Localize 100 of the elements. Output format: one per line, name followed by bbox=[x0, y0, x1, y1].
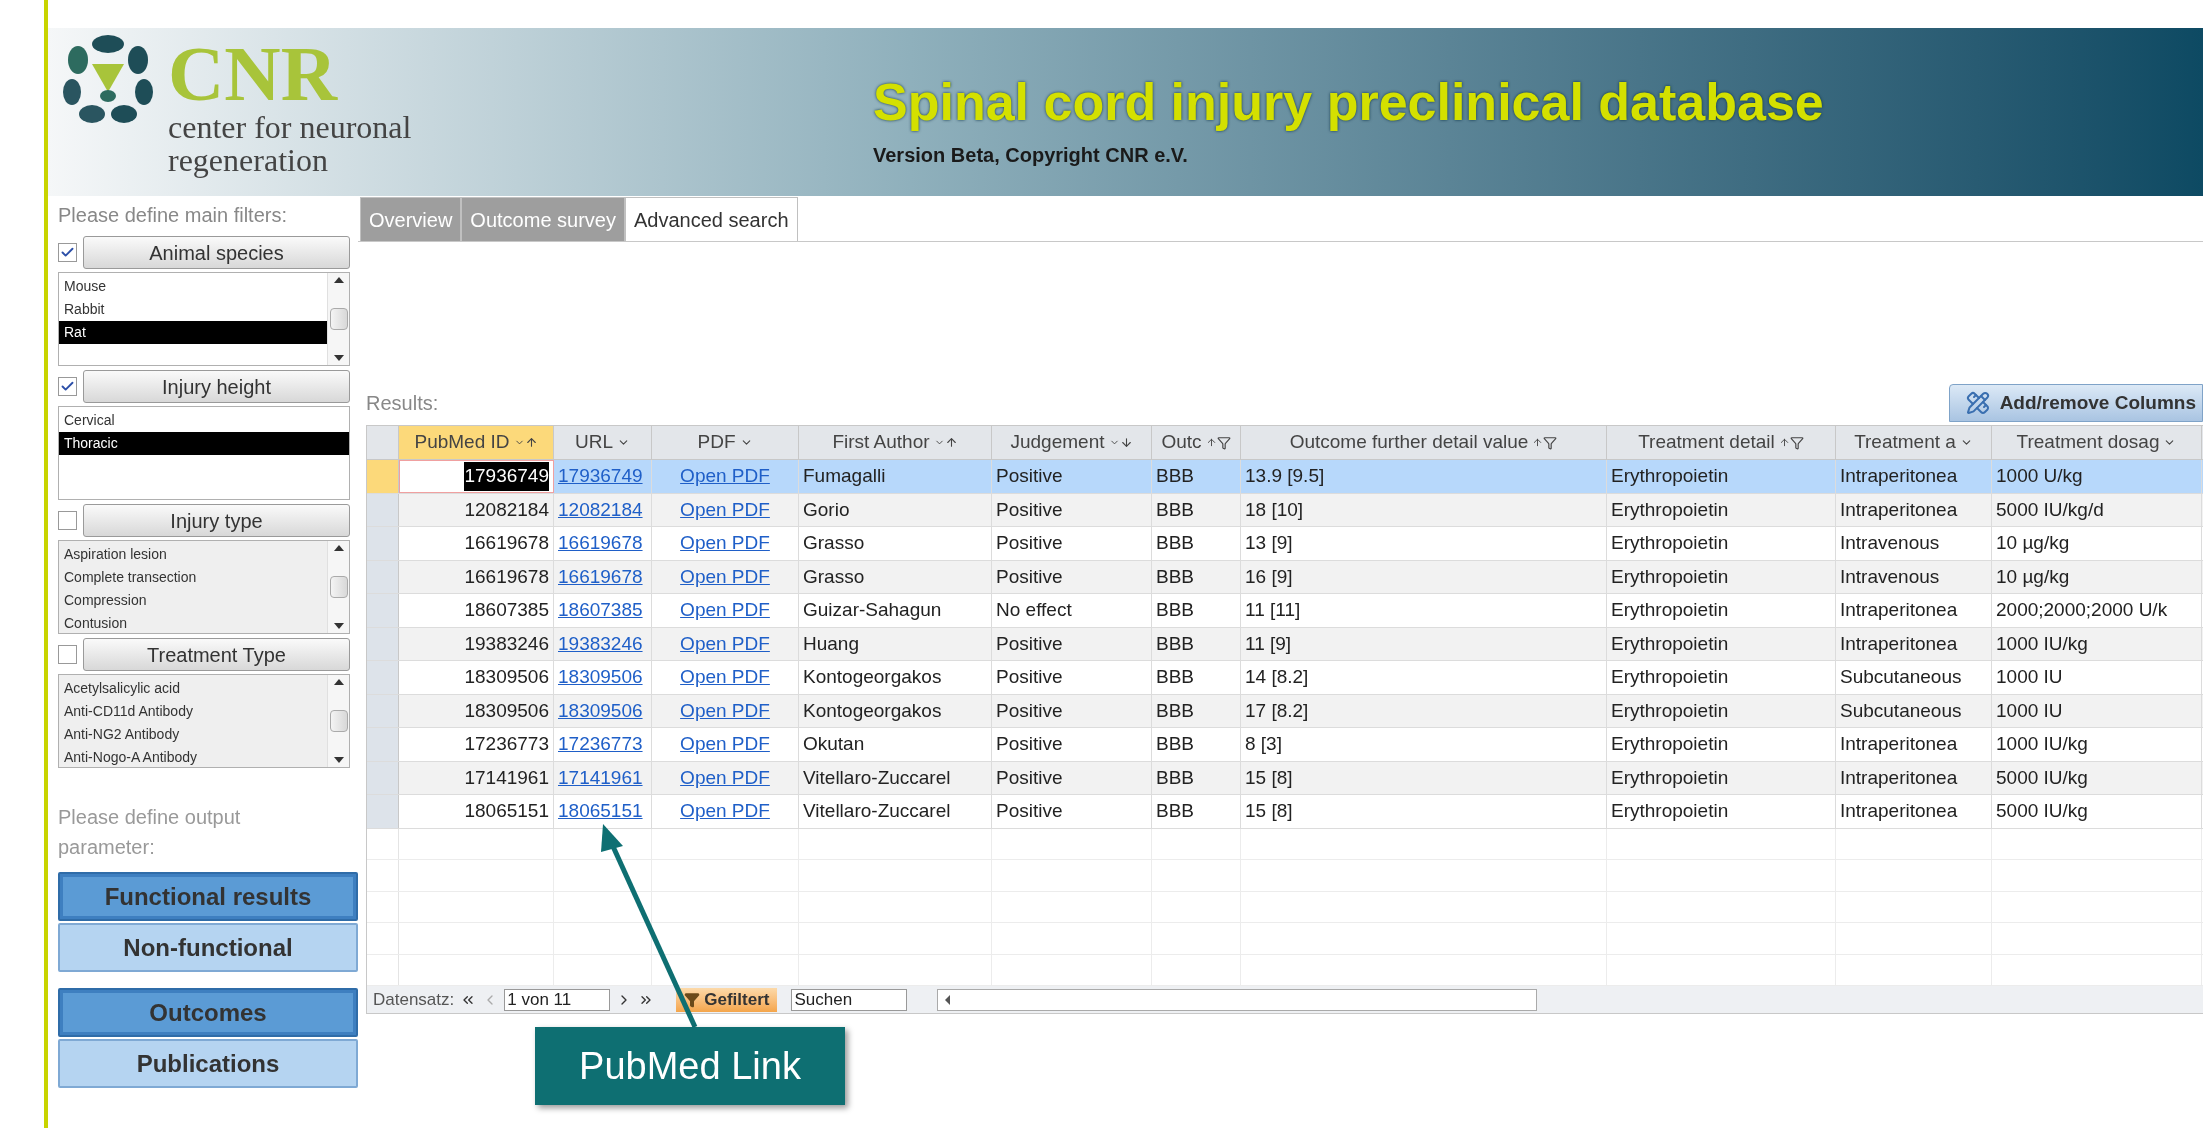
table-link[interactable]: 17936749 bbox=[558, 462, 643, 491]
horizontal-scrollbar[interactable] bbox=[937, 988, 1538, 1011]
filter-checkbox[interactable] bbox=[58, 243, 77, 262]
table-row[interactable]: 16619678 16619678 Open PDF Grasso Positive BBB 16 [9] Erythropoietin Intravenous 10 µg/kg bbox=[367, 560, 2203, 594]
tab[interactable]: Advanced search bbox=[624, 197, 798, 241]
scroll-thumb[interactable] bbox=[329, 308, 348, 330]
scroll-thumb[interactable] bbox=[329, 710, 348, 732]
table-link[interactable]: Open PDF bbox=[680, 562, 770, 591]
scroll-up-icon[interactable] bbox=[333, 277, 344, 283]
filter-button[interactable]: Injury height bbox=[83, 370, 350, 403]
output-button[interactable]: Non-functional bbox=[58, 923, 358, 972]
filter-icon[interactable] bbox=[1532, 435, 1558, 450]
list-item[interactable]: Anti-CD11d Antibody bbox=[59, 700, 327, 723]
table-cell-text: 14 [8.2] bbox=[1245, 665, 1309, 689]
table-link[interactable]: Open PDF bbox=[680, 797, 770, 826]
table-link[interactable]: 18607385 bbox=[558, 596, 643, 625]
table-cell-text: Intraperitonea bbox=[1840, 464, 1958, 488]
table-link[interactable]: Open PDF bbox=[680, 696, 770, 725]
output-button[interactable]: Publications bbox=[58, 1039, 358, 1088]
scroll-down-icon[interactable] bbox=[333, 623, 344, 629]
table-row[interactable]: 18607385 18607385 Open PDF Guizar-Sahagun No effect BBB 11 [11] Erythropoietin Intraperitonea 2000;2000;2000 U/k bbox=[367, 594, 2203, 628]
list-scrollbar[interactable] bbox=[327, 675, 349, 767]
table-link[interactable]: Open PDF bbox=[680, 763, 770, 792]
table-link[interactable]: 16619678 bbox=[558, 529, 643, 558]
table-link[interactable]: 12082184 bbox=[558, 495, 643, 524]
table-row[interactable]: 16619678 16619678 Open PDF Grasso Positive BBB 13 [9] Erythropoietin Intravenous 10 µg/kg bbox=[367, 527, 2203, 561]
table-cell-text: 18 [10] bbox=[1245, 497, 1304, 522]
scroll-thumb[interactable] bbox=[329, 576, 348, 598]
list-item[interactable]: Aspiration lesion bbox=[59, 543, 327, 566]
list-item[interactable]: Rat bbox=[59, 321, 327, 344]
list-item[interactable]: Cervical bbox=[59, 409, 349, 432]
sort-ascending-icon[interactable] bbox=[933, 436, 958, 449]
filter-listbox[interactable]: Cervical Thoracic bbox=[58, 406, 350, 500]
list-scrollbar[interactable] bbox=[327, 273, 349, 365]
filter-listbox[interactable]: Aspiration lesion Complete transection Compression Contusion bbox=[58, 540, 350, 634]
filter-checkbox[interactable] bbox=[58, 645, 77, 664]
table-cell-text: Erythropoietin bbox=[1611, 464, 1729, 488]
table-link[interactable]: Open PDF bbox=[680, 529, 770, 558]
list-item[interactable]: Complete transection bbox=[59, 566, 327, 589]
table-row[interactable]: 17236773 17236773 Open PDF Okutan Positive BBB 8 [3] Erythropoietin Intraperitonea 1000 IU/kg bbox=[367, 728, 2203, 762]
record-field[interactable]: 1 von 11 bbox=[504, 988, 611, 1011]
sort-ascending-icon[interactable] bbox=[513, 436, 538, 449]
table-cell-text: 17236773 bbox=[464, 732, 549, 756]
filtered-button[interactable]: Gefiltert bbox=[676, 987, 778, 1012]
table-link[interactable]: 17236773 bbox=[558, 730, 643, 759]
filter-icon[interactable] bbox=[1778, 435, 1804, 450]
table-link[interactable]: 19383246 bbox=[558, 629, 643, 658]
output-button[interactable]: Outcomes bbox=[58, 988, 358, 1037]
filter-button[interactable]: Treatment Type bbox=[83, 638, 350, 671]
table-link[interactable]: 18309506 bbox=[558, 696, 643, 725]
scroll-down-icon[interactable] bbox=[333, 355, 344, 361]
filter-checkbox[interactable] bbox=[58, 377, 77, 396]
filter-checkbox[interactable] bbox=[58, 511, 77, 530]
table-cell-text: BBB bbox=[1156, 665, 1195, 689]
sort-descending-icon[interactable] bbox=[1108, 436, 1133, 449]
scroll-down-icon[interactable] bbox=[333, 757, 344, 763]
logo-subtitle: center for neuronal bbox=[168, 110, 412, 144]
table-row[interactable]: 12082184 12082184 Open PDF Gorio Positive BBB 18 [10] Erythropoietin Intraperitonea 5000 IU/kg/d bbox=[367, 493, 2203, 527]
output-button[interactable]: Functional results bbox=[58, 872, 358, 921]
table-cell-text: 10 µg/kg bbox=[1996, 531, 2070, 555]
table-row[interactable]: 17141961 17141961 Open PDF Vitellaro-Zuccarel Positive BBB 15 [8] Erythropoietin Intraperitonea 5000 IU/kg bbox=[367, 761, 2203, 795]
table-link[interactable]: 18065151 bbox=[558, 797, 643, 826]
list-item[interactable]: Anti-Nogo-A Antibody bbox=[59, 746, 327, 769]
table-cell-text: Erythropoietin bbox=[1611, 631, 1729, 656]
list-item[interactable]: Anti-NG2 Antibody bbox=[59, 723, 327, 746]
table-row[interactable]: 18309506 18309506 Open PDF Kontogeorgakos Positive BBB 14 [8.2] Erythropoietin Subcutaneous 1000 IU bbox=[367, 661, 2203, 695]
filter-listbox[interactable]: Mouse Rabbit Rat bbox=[58, 272, 350, 366]
table-cell-text: Positive bbox=[996, 665, 1063, 689]
filter-button[interactable]: Injury type bbox=[83, 504, 350, 537]
list-item[interactable]: Compression bbox=[59, 589, 327, 612]
scroll-up-icon[interactable] bbox=[333, 545, 344, 551]
table-link[interactable]: Open PDF bbox=[680, 596, 770, 625]
table-link[interactable]: 17141961 bbox=[558, 763, 643, 792]
table-link[interactable]: Open PDF bbox=[680, 629, 770, 658]
table-row[interactable]: 18309506 18309506 Open PDF Kontogeorgakos Positive BBB 17 [8.2] Erythropoietin Subcutaneous 1000 IU bbox=[367, 694, 2203, 728]
table-link[interactable]: 16619678 bbox=[558, 562, 643, 591]
list-item[interactable]: Thoracic bbox=[59, 432, 349, 455]
list-item[interactable]: Rabbit bbox=[59, 298, 327, 321]
table-link[interactable]: 18309506 bbox=[558, 663, 643, 692]
list-item[interactable]: Contusion bbox=[59, 612, 327, 635]
table-row[interactable]: 18065151 18065151 Open PDF Vitellaro-Zuccarel Positive BBB 15 [8] Erythropoietin Intraperitonea 5000 IU/kg bbox=[367, 795, 2203, 829]
table-link[interactable]: Open PDF bbox=[680, 495, 770, 524]
table-link[interactable]: Open PDF bbox=[680, 663, 770, 692]
scroll-up-icon[interactable] bbox=[333, 679, 344, 685]
list-item[interactable]: Mouse bbox=[59, 275, 327, 298]
list-item[interactable]: Acetylsalicylic acid bbox=[59, 677, 327, 700]
table-link[interactable]: Open PDF bbox=[680, 730, 770, 759]
search-field[interactable]: Suchen bbox=[791, 988, 908, 1011]
add-remove-columns-button[interactable]: Add/remove Columns bbox=[1948, 384, 2203, 422]
filter-listbox[interactable]: Acetylsalicylic acid Anti-CD11d Antibody Anti-NG2 Antibody Anti-Nogo-A Antibody bbox=[58, 674, 350, 768]
table-row[interactable]: 17936749 17936749 Open PDF Fumagalli Positive BBB 13.9 [9.5] Erythropoietin Intraperitonea 1000 U/kg bbox=[367, 460, 2203, 494]
table-link[interactable]: Open PDF bbox=[680, 462, 770, 491]
table-row[interactable]: 19383246 19383246 Open PDF Huang Positive BBB 11 [9] Erythropoietin Intraperitonea 1000 IU/kg bbox=[367, 627, 2203, 661]
table-cell-text: Erythropoietin bbox=[1611, 531, 1729, 555]
list-scrollbar[interactable] bbox=[327, 541, 349, 633]
filter-button[interactable]: Animal species bbox=[83, 236, 350, 269]
filter-icon[interactable] bbox=[1205, 435, 1231, 450]
table-cell-text: Intraperitonea bbox=[1840, 598, 1958, 622]
column-header[interactable]: PubMed ID bbox=[399, 426, 554, 459]
table-cell-text: Subcutaneous bbox=[1840, 698, 1962, 723]
